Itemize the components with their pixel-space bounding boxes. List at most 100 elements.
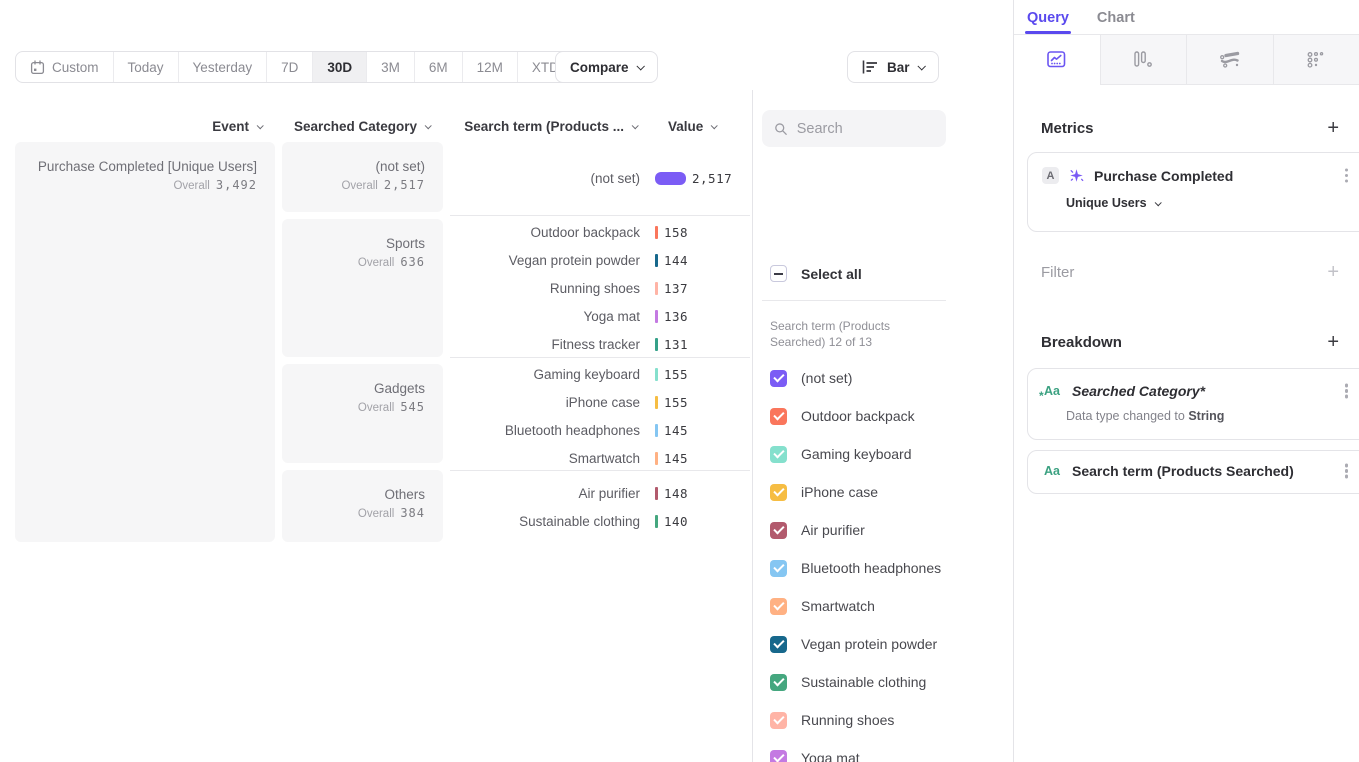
select-all-checkbox[interactable]: [770, 265, 787, 282]
date-range-3m[interactable]: 3M: [366, 52, 414, 82]
legend-item[interactable]: Bluetooth headphones: [762, 549, 962, 587]
viz-tab-flows[interactable]: [1186, 35, 1273, 84]
value-label: 144: [664, 253, 688, 268]
term-row[interactable]: Running shoes 137: [450, 274, 750, 302]
legend-checkbox[interactable]: [770, 522, 787, 539]
value-label: 145: [664, 451, 688, 466]
legend-checkbox[interactable]: [770, 674, 787, 691]
legend-item[interactable]: Running shoes: [762, 701, 962, 739]
value-label: 137: [664, 281, 688, 296]
legend-panel: Select all Search term (Products Searche…: [753, 90, 1013, 762]
category-cell-0[interactable]: (not set)Overall2,517: [282, 142, 443, 212]
legend-item[interactable]: Gaming keyboard: [762, 435, 962, 473]
date-range-7d[interactable]: 7D: [266, 52, 312, 82]
flow-waves-icon: [1219, 51, 1241, 68]
funnel-bars-icon: [1133, 51, 1153, 68]
search-input[interactable]: [797, 121, 934, 137]
legend-checkbox[interactable]: [770, 446, 787, 463]
term-row[interactable]: iPhone case155: [450, 388, 750, 416]
legend-item[interactable]: Outdoor backpack: [762, 397, 962, 435]
compare-button[interactable]: Compare: [555, 51, 658, 83]
legend-item[interactable]: Yoga mat: [762, 739, 962, 762]
legend-checkbox[interactable]: [770, 598, 787, 615]
date-range-label: 6M: [429, 60, 448, 75]
date-range-6m[interactable]: 6M: [414, 52, 462, 82]
metric-card[interactable]: A Purchase Completed Unique Users: [1027, 152, 1359, 232]
legend-search-box: [762, 110, 946, 147]
column-header-searched-category[interactable]: Searched Category: [282, 116, 430, 136]
metric-more-options-icon[interactable]: [1345, 174, 1349, 178]
chevron-down-icon: [632, 122, 639, 129]
term-row[interactable]: (not set)2,517: [450, 142, 750, 215]
chart-type-button[interactable]: Bar: [847, 51, 939, 83]
viz-tab-funnels[interactable]: [1100, 35, 1187, 84]
query-panel: Query Chart: [1014, 0, 1359, 762]
legend-item-label: (not set): [801, 370, 852, 386]
add-breakdown-button[interactable]: +: [1327, 332, 1339, 352]
string-property-icon: Aa*: [1042, 384, 1062, 398]
legend-checkbox[interactable]: [770, 484, 787, 501]
term-row[interactable]: Sustainable clothing140: [450, 507, 750, 535]
term-label: Running shoes: [450, 281, 640, 296]
legend-item[interactable]: iPhone case: [762, 473, 962, 511]
column-header-value[interactable]: Value: [668, 116, 720, 136]
column-header-event[interactable]: Event: [100, 116, 262, 136]
legend-checkbox[interactable]: [770, 560, 787, 577]
legend-checkbox[interactable]: [770, 408, 787, 425]
tab-chart[interactable]: Chart: [1097, 10, 1135, 34]
legend-item[interactable]: Sustainable clothing: [762, 663, 962, 701]
chevron-down-icon: [917, 62, 925, 70]
aggregation-selector[interactable]: Unique Users: [1028, 184, 1359, 210]
term-row[interactable]: Yoga mat136: [450, 302, 750, 330]
value-bar: [655, 424, 658, 437]
date-range-custom[interactable]: Custom: [16, 52, 113, 82]
chart-type-label: Bar: [887, 60, 910, 75]
term-label: Gaming keyboard: [450, 367, 640, 382]
viz-tab-insights[interactable]: [1014, 35, 1100, 84]
term-group-1: Outdoor backpack158Vegan protein powder1…: [450, 215, 750, 357]
date-range-today[interactable]: Today: [113, 52, 178, 82]
category-cell-3[interactable]: OthersOverall384: [282, 470, 443, 542]
legend-checkbox[interactable]: [770, 712, 787, 729]
select-all-row[interactable]: Select all: [770, 265, 862, 282]
event-overall-value: 3,492: [216, 178, 257, 192]
event-cell[interactable]: Purchase Completed [Unique Users] Overal…: [15, 142, 275, 542]
breakdown-more-options-icon[interactable]: [1345, 469, 1349, 473]
term-row[interactable]: Fitness tracker131: [450, 330, 750, 358]
term-row[interactable]: Vegan protein powder144: [450, 246, 750, 274]
overall-label: Overall: [358, 508, 394, 520]
value-bar: [655, 452, 658, 465]
tab-query[interactable]: Query: [1027, 10, 1069, 34]
legend-item[interactable]: Vegan protein powder: [762, 625, 962, 663]
term-label: Yoga mat: [450, 309, 640, 324]
viz-tab-retention[interactable]: [1273, 35, 1359, 84]
category-overall-value: 384: [400, 506, 425, 520]
add-filter-button[interactable]: +: [1327, 262, 1339, 282]
legend-item[interactable]: (not set): [762, 359, 962, 397]
category-cell-1[interactable]: SportsOverall636: [282, 219, 443, 357]
breakdown-card-searched-category[interactable]: Aa* Searched Category* Data type changed…: [1027, 368, 1359, 440]
metric-event-name: Purchase Completed: [1094, 168, 1329, 184]
legend-checkbox[interactable]: [770, 370, 787, 387]
legend-checkbox[interactable]: [770, 750, 787, 762]
date-range-12m[interactable]: 12M: [462, 52, 517, 82]
add-metric-button[interactable]: +: [1327, 118, 1339, 138]
chevron-down-icon: [1154, 199, 1161, 206]
term-row[interactable]: Outdoor backpack158: [450, 218, 750, 246]
breakdown-property-name: Search term (Products Searched): [1072, 463, 1329, 479]
term-row[interactable]: Bluetooth headphones145: [450, 416, 750, 444]
term-row[interactable]: Air purifier148: [450, 479, 750, 507]
term-row[interactable]: Smartwatch145: [450, 444, 750, 472]
overall-label: Overall: [173, 180, 209, 192]
breakdown-more-options-icon[interactable]: [1345, 389, 1349, 393]
legend-item[interactable]: Air purifier: [762, 511, 962, 549]
date-range-30d[interactable]: 30D: [312, 52, 366, 82]
term-row[interactable]: Gaming keyboard155: [450, 360, 750, 388]
date-range-yesterday[interactable]: Yesterday: [178, 52, 267, 82]
horizontal-bar-chart-icon: [862, 60, 879, 74]
legend-checkbox[interactable]: [770, 636, 787, 653]
column-header-search-term[interactable]: Search term (Products ...: [450, 116, 637, 136]
category-cell-2[interactable]: GadgetsOverall545: [282, 364, 443, 463]
legend-item[interactable]: Smartwatch: [762, 587, 962, 625]
breakdown-card-search-term[interactable]: Aa Search term (Products Searched): [1027, 450, 1359, 494]
